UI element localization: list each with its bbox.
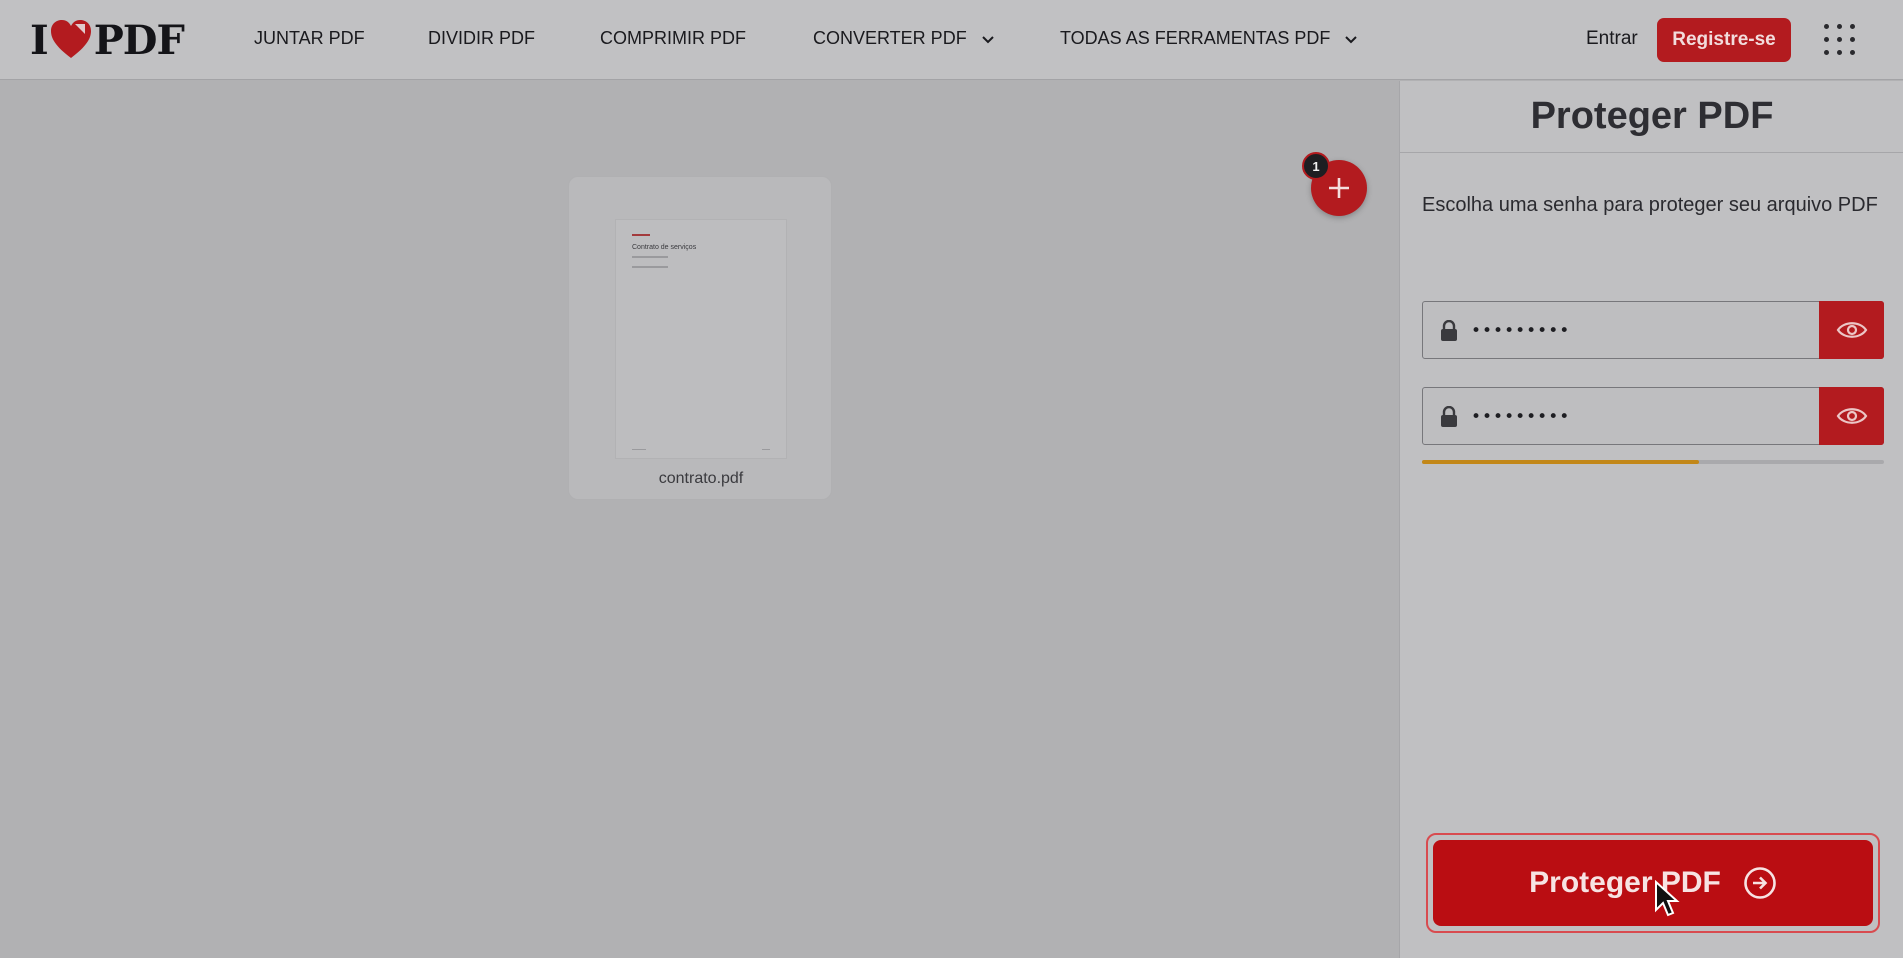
file-name: contrato.pdf — [658, 470, 744, 487]
login-link[interactable]: Entrar — [1586, 28, 1638, 50]
confirm-password-input[interactable] — [1471, 402, 1801, 432]
sidebar-title: Proteger PDF — [1400, 81, 1903, 153]
ilovepdf-logo[interactable]: I PDF — [30, 16, 185, 64]
top-navigation-bar: I PDF JUNTAR PDF DIVIDIR PDF COMPRIMIR P… — [0, 0, 1903, 80]
eye-icon — [1836, 322, 1867, 338]
mouse-cursor-icon — [1655, 880, 1680, 917]
file-count-badge: 1 — [1302, 152, 1330, 180]
nav-label: JUNTAR PDF — [254, 28, 365, 48]
eye-icon — [1836, 408, 1867, 424]
confirm-password-field[interactable] — [1422, 387, 1884, 445]
pdf-thumbnail: Contrato de serviços — [615, 219, 787, 459]
logo-letter-i: I — [30, 16, 49, 64]
password-input[interactable] — [1471, 316, 1801, 346]
heart-icon — [50, 20, 91, 58]
options-sidebar: Proteger PDF Escolha uma senha para prot… — [1399, 81, 1903, 958]
file-card[interactable]: Contrato de serviços contrato.pdf — [568, 176, 832, 500]
nav-comprimir-pdf[interactable]: COMPRIMIR PDF — [600, 28, 746, 49]
lock-icon — [1441, 406, 1457, 427]
plus-icon — [1329, 178, 1349, 198]
protect-button-label: Proteger PDF — [1529, 866, 1721, 899]
nav-label: COMPRIMIR PDF — [600, 28, 746, 48]
signup-button[interactable]: Registre-se — [1657, 18, 1791, 62]
sidebar-description: Escolha uma senha para proteger seu arqu… — [1422, 194, 1878, 216]
password-field[interactable] — [1422, 301, 1884, 359]
logo-text-pdf: PDF — [93, 16, 185, 64]
chevron-down-icon — [981, 35, 994, 43]
thumbnail-title: Contrato de serviços — [632, 244, 697, 251]
nav-todas-ferramentas[interactable]: TODAS AS FERRAMENTAS PDF — [1060, 28, 1358, 49]
protect-pdf-button[interactable]: Proteger PDF — [1433, 840, 1873, 926]
nav-label: TODAS AS FERRAMENTAS PDF — [1060, 28, 1331, 48]
show-confirm-password-button[interactable] — [1819, 387, 1884, 445]
password-strength-meter — [1422, 460, 1884, 464]
nav-label: DIVIDIR PDF — [428, 28, 536, 48]
nav-converter-pdf[interactable]: CONVERTER PDF — [813, 28, 995, 49]
nav-label: CONVERTER PDF — [813, 28, 967, 48]
show-password-button[interactable] — [1819, 301, 1884, 359]
protect-button-focus-ring: Proteger PDF — [1426, 833, 1880, 933]
chevron-down-icon — [1345, 35, 1358, 43]
apps-grid-icon[interactable] — [1822, 22, 1858, 58]
nav-juntar-pdf[interactable]: JUNTAR PDF — [254, 28, 365, 49]
arrow-circle-right-icon — [1744, 867, 1776, 899]
lock-icon — [1441, 320, 1457, 341]
password-strength-fill — [1422, 460, 1700, 464]
nav-dividir-pdf[interactable]: DIVIDIR PDF — [428, 28, 535, 49]
